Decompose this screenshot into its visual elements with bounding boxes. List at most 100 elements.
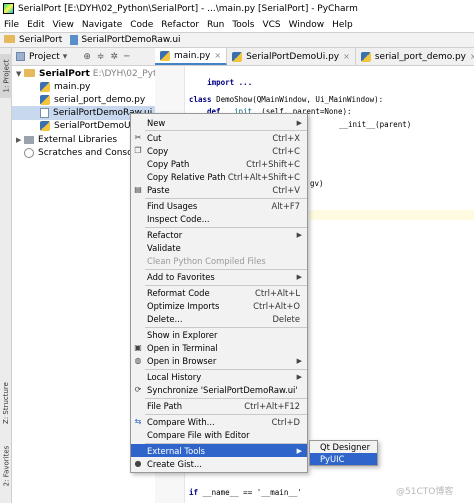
tree-item-main-py[interactable]: main.py [40,80,90,94]
menu-refactor[interactable]: Refactor [161,20,199,30]
compare-icon: ⇆ [134,417,142,427]
menu-item-clean-compiled: Clean Python Compiled Files [131,254,307,267]
window-title: SerialPort [E:\DYH\02_Python\SerialPort]… [18,3,358,14]
menu-item-copy[interactable]: ❐ Copy Ctrl+C [131,144,307,157]
menu-edit[interactable]: Edit [27,20,44,30]
code-line: if __name__ == '__main__' [189,488,302,497]
menu-navigate[interactable]: Navigate [82,20,122,30]
menu-item-compare-with[interactable]: ⇆ Compare With... Ctrl+D [131,415,307,428]
menu-item-shortcut: Ctrl+Alt+Shift+C [227,171,300,182]
project-tool-tab[interactable]: 1: Project [0,54,12,98]
tab-label: SerialPortDemoUi.py [246,51,340,62]
menu-item-inspect-code[interactable]: Inspect Code... [131,212,307,225]
menu-item-create-gist[interactable]: ● Create Gist... [131,457,307,470]
menu-item-qt-designer[interactable]: Qt Designer [310,441,377,453]
close-icon[interactable]: × [343,52,350,61]
hide-panel-icon[interactable]: ─ [124,52,129,62]
context-menu: New ▶ ✂ Cut Ctrl+X ❐ Copy Ctrl+C Copy Pa… [130,113,308,473]
menu-item-shortcut: Ctrl+V [272,184,300,195]
tree-item-external-libraries[interactable]: ▶ External Libraries [16,133,117,147]
favorites-tool-tab[interactable]: 2: Favorites [0,442,12,490]
menu-window[interactable]: Window [289,20,325,30]
menu-item-local-history[interactable]: Local History ▶ [131,370,307,383]
scratches-icon [24,148,34,158]
menu-file[interactable]: File [4,20,19,30]
menu-item-shortcut: Ctrl+Shift+C [246,158,300,169]
chevron-down-icon[interactable]: ▾ [63,52,68,62]
menu-item-label: Compare With... [147,416,215,427]
menu-item-shortcut: Delete [272,313,300,324]
menu-item-open-in-browser[interactable]: ◍ Open in Browser ▶ [131,354,307,367]
menu-item-optimize-imports[interactable]: Optimize Imports Ctrl+Alt+O [131,299,307,312]
breadcrumb-project[interactable]: SerialPort [19,35,62,45]
menu-run[interactable]: Run [207,20,224,30]
menu-item-label: Cut [147,132,162,143]
menu-bar: File Edit View Navigate Code Refactor Ru… [0,17,474,32]
ui-file-icon [40,108,49,118]
locate-icon[interactable]: ⊕ [83,52,91,62]
menu-item-find-usages[interactable]: Find Usages Alt+F7 [131,199,307,212]
menu-item-refactor[interactable]: Refactor ▶ [131,228,307,241]
menu-item-external-tools[interactable]: External Tools ▶ [131,444,307,458]
menu-item-show-in-explorer[interactable]: Show in Explorer [131,328,307,341]
chevron-right-icon: ▶ [296,356,302,365]
menu-help[interactable]: Help [332,20,353,30]
menu-item-open-in-terminal[interactable]: ▣ Open in Terminal [131,341,307,354]
github-icon: ● [134,459,142,469]
tab-serialportdemoui-py[interactable]: SerialPortDemoUi.py × [227,48,356,65]
tree-item-scratches[interactable]: Scratches and Consoles [24,146,145,160]
menu-item-shortcut: Ctrl+Alt+L [255,287,300,298]
tree-item-serial-port-demo-py[interactable]: serial_port_demo.py [40,93,145,107]
chevron-down-icon[interactable]: ▼ [16,70,24,78]
code-line: class DemoShow(QMainWindow, Ui_MainWindo… [189,95,383,104]
menu-item-copy-path[interactable]: Copy Path Ctrl+Shift+C [131,157,307,170]
menu-item-label: Copy [147,145,169,156]
chevron-right-icon[interactable]: ▶ [16,136,24,144]
menu-item-shortcut: Alt+F7 [271,200,300,211]
scissors-icon: ✂ [134,133,142,143]
menu-item-file-path[interactable]: File Path Ctrl+Alt+F12 [131,399,307,412]
menu-item-delete[interactable]: Delete... Delete [131,312,307,325]
menu-item-add-to-favorites[interactable]: Add to Favorites ▶ [131,270,307,283]
menu-item-shortcut: Ctrl+X [272,132,300,143]
tab-serial-port-demo-py[interactable]: serial_port_demo.py × [356,48,474,65]
code-text: __init__(parent) [339,120,412,129]
copy-icon: ❐ [134,146,142,156]
menu-item-shortcut: Ctrl+D [271,416,300,427]
menu-code[interactable]: Code [130,20,153,30]
code-text: gv) [310,179,324,188]
menu-tools[interactable]: Tools [232,20,254,30]
menu-vcs[interactable]: VCS [262,20,280,30]
python-file-icon [360,51,371,62]
tab-main-py[interactable]: main.py × [155,48,228,65]
project-view-icon [16,52,25,61]
gear-icon[interactable]: ✲ [110,52,118,62]
left-tool-stripe: 1: Project Z: Structure 2: Favorites [0,48,12,503]
menu-item-compare-file-with-editor[interactable]: Compare File with Editor [131,428,307,441]
project-view-selector[interactable]: Project [29,52,60,62]
tree-item-serialport[interactable]: ▼ SerialPort E:\DYH\02_Pytho [16,67,168,81]
breadcrumb-file[interactable]: SerialPortDemoRaw.ui [81,35,180,45]
menu-item-synchronize[interactable]: ⟳ Synchronize 'SerialPortDemoRaw.ui' [131,383,307,396]
menu-item-label: Copy Relative Path [147,171,226,182]
menu-item-label: Create Gist... [147,458,202,469]
menu-item-label: Synchronize 'SerialPortDemoRaw.ui' [147,384,298,395]
close-icon[interactable]: × [470,52,474,61]
menu-item-new[interactable]: New ▶ [131,116,307,129]
menu-view[interactable]: View [53,20,74,30]
close-icon[interactable]: × [214,51,221,60]
folder-icon [24,69,35,77]
menu-item-label: Copy Path [147,158,190,169]
project-toolbar: Project ▾ ⊕ ≑ ✲ ─ [12,48,155,66]
collapse-all-icon[interactable]: ≑ [97,52,105,62]
menu-item-label: Inspect Code... [147,213,210,224]
menu-item-cut[interactable]: ✂ Cut Ctrl+X [131,131,307,144]
menu-item-pyuic[interactable]: PyUIC [310,453,377,465]
tab-label: main.py [174,50,211,61]
menu-item-paste[interactable]: ▤ Paste Ctrl+V [131,183,307,196]
menu-item-copy-relative-path[interactable]: Copy Relative Path Ctrl+Alt+Shift+C [131,170,307,183]
menu-item-label: Delete... [147,313,183,324]
menu-item-reformat-code[interactable]: Reformat Code Ctrl+Alt+L [131,286,307,299]
menu-item-validate[interactable]: Validate [131,241,307,254]
structure-tool-tab[interactable]: Z: Structure [0,378,12,428]
